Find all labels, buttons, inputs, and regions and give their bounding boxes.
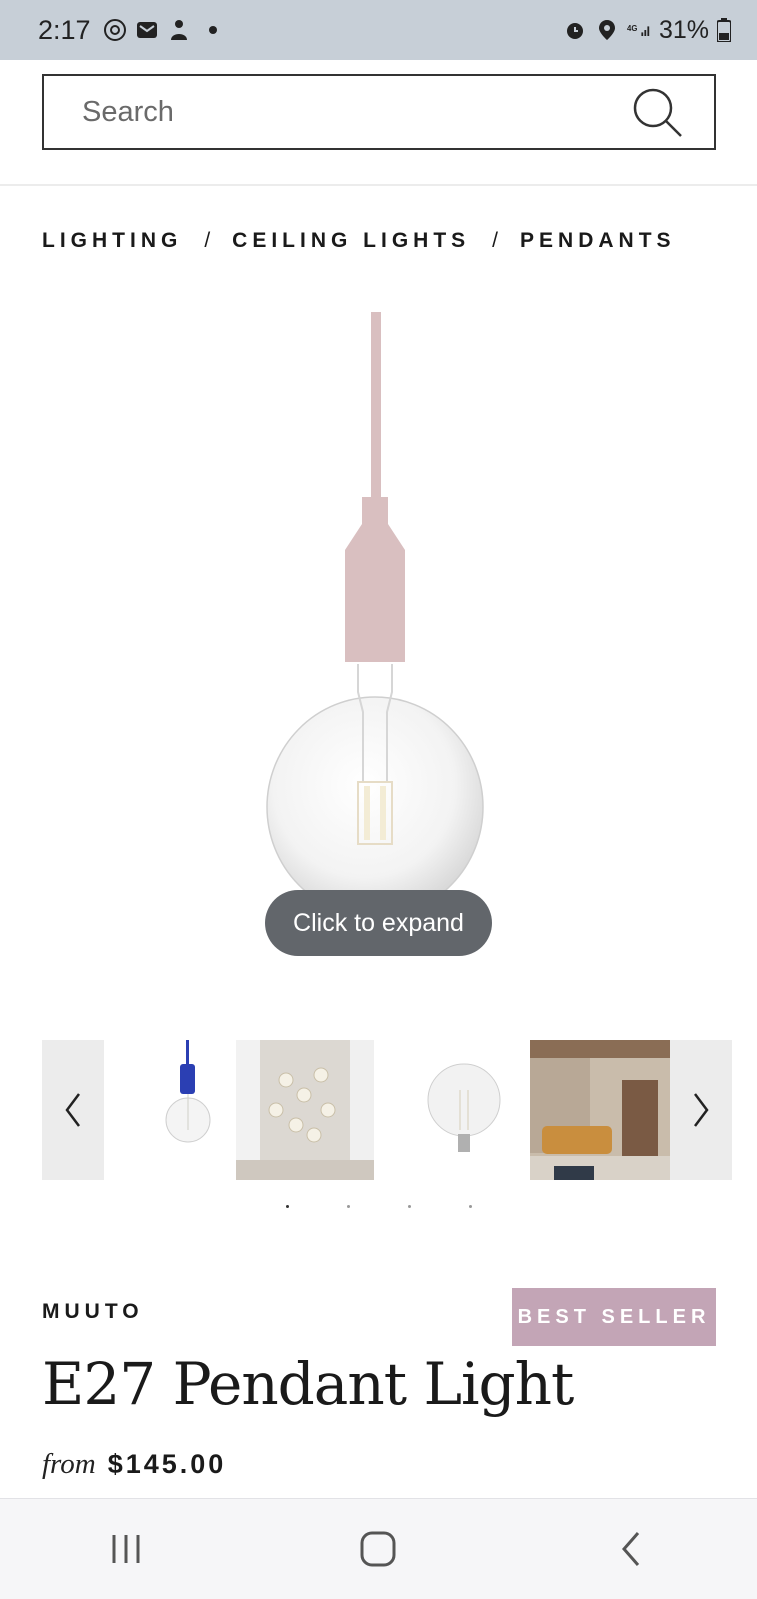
status-left: 2:17 — [38, 15, 217, 46]
signal-icon: 4G — [627, 24, 650, 36]
thumbnail-cluster-room[interactable] — [236, 1040, 374, 1180]
living-room-image — [530, 1040, 670, 1180]
app-icon — [170, 20, 187, 40]
breadcrumb: LIGHTING / CEILING LIGHTS / PENDANTS — [42, 229, 676, 253]
notification-dot — [208, 26, 217, 34]
header-divider — [0, 184, 757, 186]
price-prefix: from — [42, 1448, 96, 1480]
blue-pendant-image — [165, 1040, 211, 1143]
price-row: from $145.00 — [42, 1448, 226, 1481]
breadcrumb-lighting[interactable]: LIGHTING — [42, 229, 182, 253]
location-icon — [598, 20, 615, 40]
breadcrumb-separator: / — [492, 229, 499, 252]
recents-icon — [112, 1535, 140, 1563]
battery-icon — [717, 18, 731, 42]
thumbnail-living-room[interactable] — [530, 1040, 670, 1180]
price-amount: $145.00 — [107, 1449, 227, 1479]
pager-dot[interactable] — [468, 1205, 472, 1208]
alarm-icon — [566, 23, 583, 39]
carousel-prev-button[interactable] — [42, 1040, 104, 1180]
status-time: 2:17 — [38, 14, 91, 45]
chevron-right-icon — [694, 1093, 709, 1127]
recents-button[interactable] — [86, 1519, 166, 1579]
carousel-pager — [0, 1205, 757, 1208]
mail-icon — [136, 22, 157, 38]
system-nav-bar — [0, 1498, 757, 1599]
search-bar[interactable] — [42, 74, 716, 150]
bulb-image — [427, 1063, 501, 1152]
thumbnail-carousel — [42, 1040, 732, 1180]
breadcrumb-pendants[interactable]: PENDANTS — [520, 229, 676, 253]
carousel-next-button[interactable] — [670, 1040, 732, 1180]
battery-level: 31% — [658, 15, 709, 44]
pager-dot[interactable] — [407, 1205, 411, 1208]
breadcrumb-separator: / — [204, 229, 211, 252]
search-icon[interactable] — [630, 85, 684, 139]
thumbnail-blue-pendant[interactable] — [116, 1040, 246, 1180]
threads-icon — [103, 19, 126, 41]
home-icon — [360, 1531, 396, 1567]
status-right: 4G 31% — [563, 16, 731, 45]
back-icon — [621, 1532, 639, 1566]
back-button[interactable] — [591, 1519, 671, 1579]
product-title: E27 Pendant Light — [42, 1350, 574, 1418]
breadcrumb-ceiling-lights[interactable]: CEILING LIGHTS — [232, 229, 470, 253]
cluster-room-image — [236, 1040, 374, 1180]
svg-text:4G: 4G — [627, 24, 637, 33]
home-button[interactable] — [338, 1519, 418, 1579]
click-to-expand-button[interactable]: Click to expand — [265, 890, 492, 956]
pager-dot[interactable] — [346, 1205, 350, 1208]
chevron-left-icon — [65, 1093, 80, 1127]
thumbnail-bulb[interactable] — [412, 1040, 522, 1180]
product-brand[interactable]: MUUTO — [42, 1300, 144, 1324]
status-bar: 2:17 4G 31% — [0, 0, 757, 60]
best-seller-badge: BEST SELLER — [512, 1288, 716, 1346]
search-input[interactable] — [80, 94, 584, 130]
pager-dot[interactable] — [285, 1205, 289, 1208]
product-main-image[interactable] — [250, 312, 500, 922]
